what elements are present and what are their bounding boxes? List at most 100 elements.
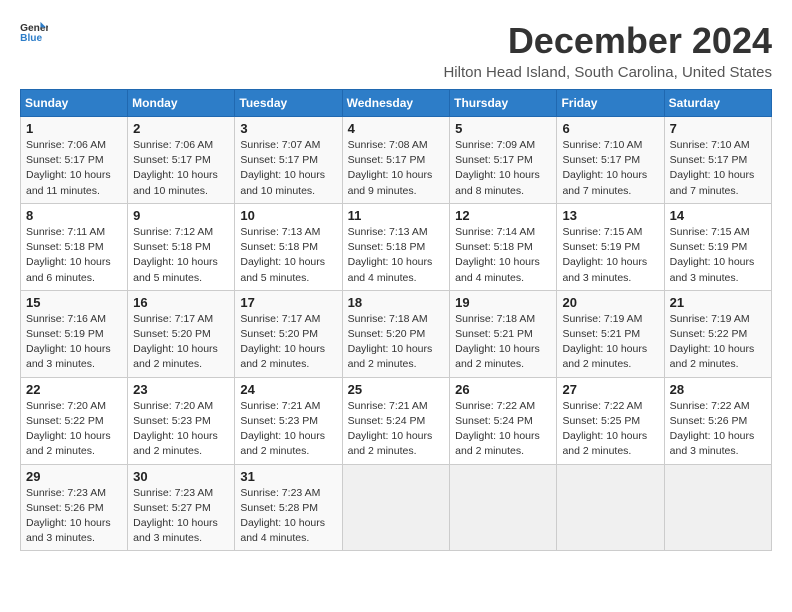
day-number: 5: [455, 121, 551, 136]
empty-cell: [450, 464, 557, 551]
day-info: Sunrise: 7:09 AMSunset: 5:17 PMDaylight:…: [455, 138, 551, 199]
table-row: 23 Sunrise: 7:20 AMSunset: 5:23 PMDaylig…: [128, 377, 235, 464]
table-row: 13 Sunrise: 7:15 AMSunset: 5:19 PMDaylig…: [557, 203, 664, 290]
day-info: Sunrise: 7:20 AMSunset: 5:22 PMDaylight:…: [26, 399, 122, 460]
day-number: 1: [26, 121, 122, 136]
day-number: 29: [26, 469, 122, 484]
col-friday: Friday: [557, 90, 664, 117]
table-row: 26 Sunrise: 7:22 AMSunset: 5:24 PMDaylig…: [450, 377, 557, 464]
calendar-row: 29 Sunrise: 7:23 AMSunset: 5:26 PMDaylig…: [21, 464, 772, 551]
day-info: Sunrise: 7:18 AMSunset: 5:20 PMDaylight:…: [348, 312, 445, 373]
day-number: 18: [348, 295, 445, 310]
day-info: Sunrise: 7:19 AMSunset: 5:21 PMDaylight:…: [562, 312, 658, 373]
day-info: Sunrise: 7:14 AMSunset: 5:18 PMDaylight:…: [455, 225, 551, 286]
day-info: Sunrise: 7:22 AMSunset: 5:24 PMDaylight:…: [455, 399, 551, 460]
day-number: 20: [562, 295, 658, 310]
table-row: 28 Sunrise: 7:22 AMSunset: 5:26 PMDaylig…: [664, 377, 771, 464]
day-info: Sunrise: 7:13 AMSunset: 5:18 PMDaylight:…: [348, 225, 445, 286]
calendar-row: 1 Sunrise: 7:06 AMSunset: 5:17 PMDayligh…: [21, 117, 772, 204]
table-row: 20 Sunrise: 7:19 AMSunset: 5:21 PMDaylig…: [557, 290, 664, 377]
col-monday: Monday: [128, 90, 235, 117]
day-info: Sunrise: 7:06 AMSunset: 5:17 PMDaylight:…: [26, 138, 122, 199]
svg-text:Blue: Blue: [20, 33, 42, 44]
day-info: Sunrise: 7:23 AMSunset: 5:27 PMDaylight:…: [133, 486, 229, 547]
day-info: Sunrise: 7:12 AMSunset: 5:18 PMDaylight:…: [133, 225, 229, 286]
table-row: 16 Sunrise: 7:17 AMSunset: 5:20 PMDaylig…: [128, 290, 235, 377]
day-info: Sunrise: 7:15 AMSunset: 5:19 PMDaylight:…: [670, 225, 766, 286]
day-number: 2: [133, 121, 229, 136]
day-number: 26: [455, 382, 551, 397]
col-thursday: Thursday: [450, 90, 557, 117]
day-number: 16: [133, 295, 229, 310]
day-number: 25: [348, 382, 445, 397]
table-row: 19 Sunrise: 7:18 AMSunset: 5:21 PMDaylig…: [450, 290, 557, 377]
day-number: 8: [26, 208, 122, 223]
day-number: 30: [133, 469, 229, 484]
day-info: Sunrise: 7:15 AMSunset: 5:19 PMDaylight:…: [562, 225, 658, 286]
day-info: Sunrise: 7:10 AMSunset: 5:17 PMDaylight:…: [562, 138, 658, 199]
month-title: December 2024: [443, 20, 772, 62]
col-saturday: Saturday: [664, 90, 771, 117]
table-row: 7 Sunrise: 7:10 AMSunset: 5:17 PMDayligh…: [664, 117, 771, 204]
day-number: 7: [670, 121, 766, 136]
day-info: Sunrise: 7:13 AMSunset: 5:18 PMDaylight:…: [240, 225, 336, 286]
day-info: Sunrise: 7:23 AMSunset: 5:28 PMDaylight:…: [240, 486, 336, 547]
table-row: 29 Sunrise: 7:23 AMSunset: 5:26 PMDaylig…: [21, 464, 128, 551]
day-number: 17: [240, 295, 336, 310]
table-row: 22 Sunrise: 7:20 AMSunset: 5:22 PMDaylig…: [21, 377, 128, 464]
day-number: 14: [670, 208, 766, 223]
day-info: Sunrise: 7:18 AMSunset: 5:21 PMDaylight:…: [455, 312, 551, 373]
table-row: 27 Sunrise: 7:22 AMSunset: 5:25 PMDaylig…: [557, 377, 664, 464]
day-info: Sunrise: 7:17 AMSunset: 5:20 PMDaylight:…: [133, 312, 229, 373]
day-info: Sunrise: 7:23 AMSunset: 5:26 PMDaylight:…: [26, 486, 122, 547]
table-row: 14 Sunrise: 7:15 AMSunset: 5:19 PMDaylig…: [664, 203, 771, 290]
day-info: Sunrise: 7:19 AMSunset: 5:22 PMDaylight:…: [670, 312, 766, 373]
table-row: 8 Sunrise: 7:11 AMSunset: 5:18 PMDayligh…: [21, 203, 128, 290]
table-row: 30 Sunrise: 7:23 AMSunset: 5:27 PMDaylig…: [128, 464, 235, 551]
location-title: Hilton Head Island, South Carolina, Unit…: [443, 64, 772, 81]
col-sunday: Sunday: [21, 90, 128, 117]
empty-cell: [557, 464, 664, 551]
table-row: 18 Sunrise: 7:18 AMSunset: 5:20 PMDaylig…: [342, 290, 450, 377]
day-info: Sunrise: 7:22 AMSunset: 5:26 PMDaylight:…: [670, 399, 766, 460]
day-number: 9: [133, 208, 229, 223]
day-number: 6: [562, 121, 658, 136]
day-info: Sunrise: 7:08 AMSunset: 5:17 PMDaylight:…: [348, 138, 445, 199]
day-number: 3: [240, 121, 336, 136]
page-header: General Blue December 2024 Hilton Head I…: [20, 20, 772, 81]
logo: General Blue: [20, 20, 48, 44]
calendar-row: 22 Sunrise: 7:20 AMSunset: 5:22 PMDaylig…: [21, 377, 772, 464]
calendar-row: 8 Sunrise: 7:11 AMSunset: 5:18 PMDayligh…: [21, 203, 772, 290]
col-wednesday: Wednesday: [342, 90, 450, 117]
table-row: 12 Sunrise: 7:14 AMSunset: 5:18 PMDaylig…: [450, 203, 557, 290]
day-info: Sunrise: 7:11 AMSunset: 5:18 PMDaylight:…: [26, 225, 122, 286]
table-row: 15 Sunrise: 7:16 AMSunset: 5:19 PMDaylig…: [21, 290, 128, 377]
day-number: 15: [26, 295, 122, 310]
logo-icon: General Blue: [20, 20, 48, 44]
table-row: 17 Sunrise: 7:17 AMSunset: 5:20 PMDaylig…: [235, 290, 342, 377]
day-number: 31: [240, 469, 336, 484]
empty-cell: [342, 464, 450, 551]
day-number: 19: [455, 295, 551, 310]
day-number: 21: [670, 295, 766, 310]
day-number: 28: [670, 382, 766, 397]
day-number: 23: [133, 382, 229, 397]
day-number: 10: [240, 208, 336, 223]
day-info: Sunrise: 7:21 AMSunset: 5:24 PMDaylight:…: [348, 399, 445, 460]
day-info: Sunrise: 7:22 AMSunset: 5:25 PMDaylight:…: [562, 399, 658, 460]
day-info: Sunrise: 7:20 AMSunset: 5:23 PMDaylight:…: [133, 399, 229, 460]
table-row: 1 Sunrise: 7:06 AMSunset: 5:17 PMDayligh…: [21, 117, 128, 204]
day-number: 4: [348, 121, 445, 136]
calendar-row: 15 Sunrise: 7:16 AMSunset: 5:19 PMDaylig…: [21, 290, 772, 377]
col-tuesday: Tuesday: [235, 90, 342, 117]
table-row: 6 Sunrise: 7:10 AMSunset: 5:17 PMDayligh…: [557, 117, 664, 204]
table-row: 25 Sunrise: 7:21 AMSunset: 5:24 PMDaylig…: [342, 377, 450, 464]
table-row: 21 Sunrise: 7:19 AMSunset: 5:22 PMDaylig…: [664, 290, 771, 377]
table-row: 3 Sunrise: 7:07 AMSunset: 5:17 PMDayligh…: [235, 117, 342, 204]
table-row: 11 Sunrise: 7:13 AMSunset: 5:18 PMDaylig…: [342, 203, 450, 290]
table-row: 31 Sunrise: 7:23 AMSunset: 5:28 PMDaylig…: [235, 464, 342, 551]
empty-cell: [664, 464, 771, 551]
day-info: Sunrise: 7:06 AMSunset: 5:17 PMDaylight:…: [133, 138, 229, 199]
day-number: 22: [26, 382, 122, 397]
title-block: December 2024 Hilton Head Island, South …: [443, 20, 772, 81]
